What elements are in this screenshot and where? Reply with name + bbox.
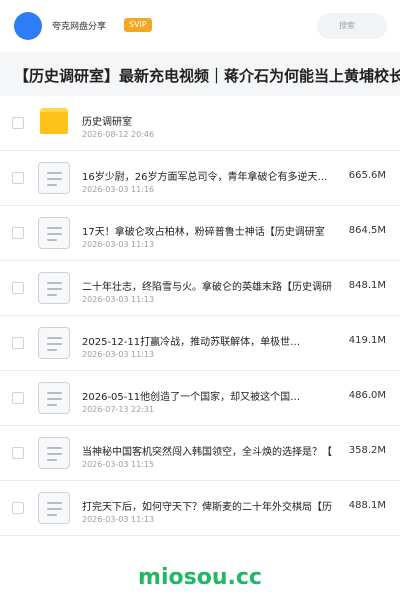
site-brand[interactable]: miosou.cc <box>138 565 262 590</box>
video-file-icon <box>38 382 70 414</box>
checkbox[interactable] <box>12 447 24 459</box>
file-name: 17天！拿破仑攻占柏林，粉碎普鲁士神话【历史调研室 <box>82 227 325 238</box>
checkbox[interactable] <box>12 282 24 294</box>
file-size: 419.1M <box>346 335 386 346</box>
list-item[interactable]: 2025-12-11打赢冷战，推动苏联解体，单极世… 2026-03-03 11… <box>0 316 400 371</box>
video-file-icon <box>38 217 70 249</box>
file-date: 2026-03-03 11:13 <box>82 515 155 524</box>
file-date: 2026-03-03 11:13 <box>82 350 155 359</box>
avatar[interactable] <box>14 12 42 40</box>
video-file-icon <box>38 272 70 304</box>
file-date: 2026-07-13 22:31 <box>82 405 155 414</box>
svip-badge: SVIP <box>124 18 152 32</box>
file-date: 2026-03-03 11:13 <box>82 240 155 249</box>
file-name: 历史调研室 <box>82 117 132 128</box>
file-date: 2026-03-03 11:15 <box>82 460 155 469</box>
file-name: 16岁少尉，26岁方面军总司令，青年拿破仑有多逆天… <box>82 172 328 183</box>
checkbox[interactable] <box>12 392 24 404</box>
file-size: 486.0M <box>346 390 386 401</box>
file-date: 2026-03-03 11:13 <box>82 295 155 304</box>
share-title-bar: 【历史调研室】最新充电视频｜蒋介石为何能当上黄埔校长 <box>0 52 400 96</box>
footer: miosou.cc <box>0 560 400 596</box>
file-date: 2026-08-12 20:46 <box>82 130 155 139</box>
file-name: 2026-05-11他创造了一个国家，却又被这个国… <box>82 392 301 403</box>
search-input[interactable]: 搜索 <box>317 13 387 39</box>
file-size: 358.2M <box>346 445 386 456</box>
checkbox[interactable] <box>12 117 24 129</box>
video-file-icon <box>38 327 70 359</box>
file-date: 2026-03-03 11:16 <box>82 185 155 194</box>
list-item[interactable]: 16岁少尉，26岁方面军总司令，青年拿破仑有多逆天… 2026-03-03 11… <box>0 151 400 206</box>
file-name: 二十年壮志，终陷雪与火。拿破仑的英雄末路【历史调研 <box>82 282 332 293</box>
file-size: 848.1M <box>346 280 386 291</box>
checkbox[interactable] <box>12 227 24 239</box>
share-title: 【历史调研室】最新充电视频｜蒋介石为何能当上黄埔校长 <box>14 67 400 85</box>
video-file-icon <box>38 492 70 524</box>
list-item[interactable]: 17天！拿破仑攻占柏林，粉碎普鲁士神话【历史调研室 2026-03-03 11:… <box>0 206 400 261</box>
checkbox[interactable] <box>12 337 24 349</box>
file-size: 864.5M <box>346 225 386 236</box>
video-file-icon <box>38 162 70 194</box>
user-name[interactable]: 夸克网盘分享 <box>52 19 106 32</box>
search-placeholder: 搜索 <box>339 21 355 30</box>
video-file-icon <box>38 437 70 469</box>
folder-icon <box>40 108 68 134</box>
file-size: 488.1M <box>346 500 386 511</box>
checkbox[interactable] <box>12 172 24 184</box>
list-item[interactable]: 当神秘中国客机突然闯入韩国领空，全斗焕的选择是？【 2026-03-03 11:… <box>0 426 400 481</box>
header: 夸克网盘分享 SVIP 搜索 <box>0 0 400 52</box>
list-item[interactable]: 二十年壮志，终陷雪与火。拿破仑的英雄末路【历史调研 2026-03-03 11:… <box>0 261 400 316</box>
list-item[interactable]: 打完天下后，如何守天下？俾斯麦的二十年外交棋局【历 2026-03-03 11:… <box>0 481 400 536</box>
file-size: 665.6M <box>346 170 386 181</box>
checkbox[interactable] <box>12 502 24 514</box>
list-item-folder[interactable]: 历史调研室 2026-08-12 20:46 <box>0 96 400 151</box>
file-name: 当神秘中国客机突然闯入韩国领空，全斗焕的选择是？【 <box>82 447 332 458</box>
file-name: 打完天下后，如何守天下？俾斯麦的二十年外交棋局【历 <box>82 502 332 513</box>
list-item[interactable]: 2026-05-11他创造了一个国家，却又被这个国… 2026-07-13 22… <box>0 371 400 426</box>
file-list: 历史调研室 2026-08-12 20:46 16岁少尉，26岁方面军总司令，青… <box>0 96 400 536</box>
file-name: 2025-12-11打赢冷战，推动苏联解体，单极世… <box>82 337 301 348</box>
